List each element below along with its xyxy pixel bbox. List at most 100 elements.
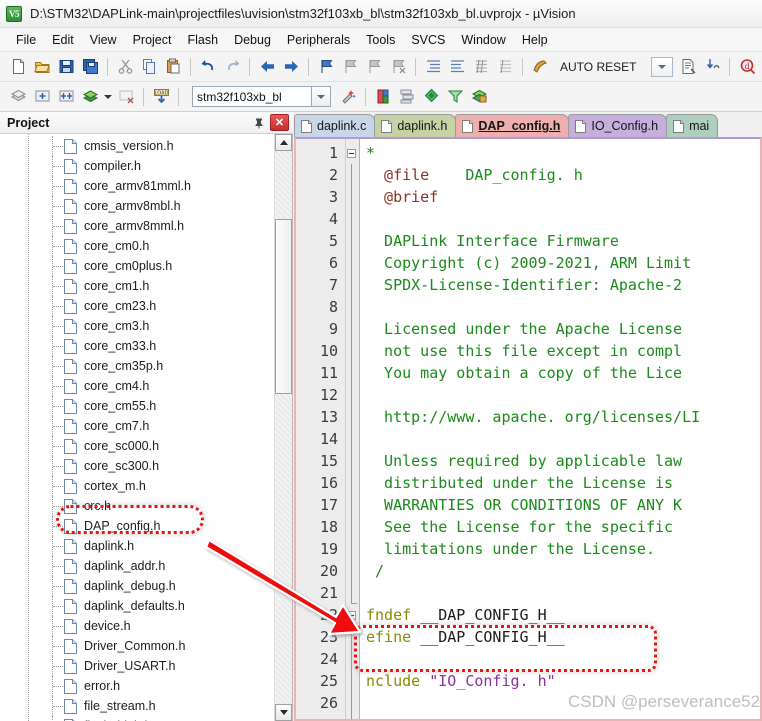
project-file-tree[interactable]: cmsis_version.h compiler.h core_armv81mml.… (0, 134, 275, 721)
tree-item-compiler-h[interactable]: compiler.h (0, 156, 275, 176)
pin-icon[interactable] (250, 114, 268, 132)
new-file-icon[interactable] (7, 56, 29, 78)
tree-item-error-h[interactable]: error.h (0, 676, 275, 696)
bookmark-clear-icon[interactable] (387, 56, 409, 78)
multi-project-icon[interactable] (396, 86, 418, 108)
menu-debug[interactable]: Debug (226, 31, 279, 49)
tree-item-core_armv8mml-h[interactable]: core_armv8mml.h (0, 216, 275, 236)
menu-svcs[interactable]: SVCS (403, 31, 453, 49)
tree-item-core_cm55-h[interactable]: core_cm55.h (0, 396, 275, 416)
tree-item-daplink_defaults-h[interactable]: daplink_defaults.h (0, 596, 275, 616)
open-file-icon[interactable] (31, 56, 53, 78)
menu-view[interactable]: View (82, 31, 125, 49)
scrollbar-thumb[interactable] (275, 219, 292, 394)
bookmark-next-icon[interactable] (363, 56, 385, 78)
tree-item-crc-h[interactable]: crc.h (0, 496, 275, 516)
dropdown-icon[interactable] (651, 56, 673, 77)
tree-item-core_cm35p-h[interactable]: core_cm35p.h (0, 356, 275, 376)
file-icon (64, 218, 77, 234)
code-text: limitations under the License. (360, 540, 655, 558)
tree-item-core_sc000-h[interactable]: core_sc000.h (0, 436, 275, 456)
fold-collapse-icon[interactable] (342, 610, 360, 620)
close-icon[interactable]: ✕ (270, 114, 289, 131)
undo-icon[interactable] (197, 56, 219, 78)
tree-item-device-h[interactable]: device.h (0, 616, 275, 636)
batch-build-icon[interactable] (79, 86, 101, 108)
menu-flash[interactable]: Flash (179, 31, 226, 49)
redo-icon[interactable] (221, 56, 243, 78)
tree-item-cortex_m-h[interactable]: cortex_m.h (0, 476, 275, 496)
translate-icon[interactable] (7, 86, 29, 108)
find-in-files-icon[interactable]: d (736, 56, 758, 78)
tree-item-core_armv8mbl-h[interactable]: core_armv8mbl.h (0, 196, 275, 216)
menu-project[interactable]: Project (125, 31, 180, 49)
tree-item-core_cm33-h[interactable]: core_cm33.h (0, 336, 275, 356)
tree-item-core_cm4-h[interactable]: core_cm4.h (0, 376, 275, 396)
bookmark-prev-icon[interactable] (339, 56, 361, 78)
load-icon[interactable]: LOAD (150, 86, 172, 108)
batch-build-dropdown-icon[interactable] (103, 86, 113, 108)
copy-icon[interactable] (138, 56, 160, 78)
target-dropdown-icon[interactable] (312, 86, 331, 107)
tree-item-core_cm1-h[interactable]: core_cm1.h (0, 276, 275, 296)
editor-tab-DAP_config-h[interactable]: DAP_config.h (455, 114, 570, 137)
menu-tools[interactable]: Tools (358, 31, 403, 49)
scroll-down-icon[interactable] (275, 704, 292, 721)
tree-item-Driver_Common-h[interactable]: Driver_Common.h (0, 636, 275, 656)
tree-item-DAP_config-h[interactable]: DAP_config.h (0, 516, 275, 536)
tree-item-core_cm7-h[interactable]: core_cm7.h (0, 416, 275, 436)
navigate-forward-icon[interactable] (280, 56, 302, 78)
editor-tab-IO_Config-h[interactable]: IO_Config.h (568, 114, 668, 137)
menu-peripherals[interactable]: Peripherals (279, 31, 358, 49)
manage-project-items-icon[interactable] (372, 86, 394, 108)
save-all-icon[interactable] (79, 56, 101, 78)
stop-build-icon[interactable] (115, 86, 137, 108)
navigate-back-icon[interactable] (256, 56, 278, 78)
indent-icon[interactable] (422, 56, 444, 78)
menu-file[interactable]: File (8, 31, 44, 49)
rebuild-icon[interactable] (55, 86, 77, 108)
target-selector[interactable]: stm32f103xb_bl (192, 86, 312, 107)
debug-session-icon[interactable] (529, 56, 551, 78)
tree-item-flash_blob-h[interactable]: flash_blob.h (0, 716, 275, 721)
comment-icon[interactable] (470, 56, 492, 78)
editor-tab-daplink-h[interactable]: daplink.h (374, 114, 457, 137)
tree-item-core_cm0plus-h[interactable]: core_cm0plus.h (0, 256, 275, 276)
menu-edit[interactable]: Edit (44, 31, 82, 49)
tree-elbow (53, 206, 63, 207)
uncomment-icon[interactable] (494, 56, 516, 78)
target-options-icon[interactable] (337, 86, 359, 108)
outdent-icon[interactable] (446, 56, 468, 78)
menu-help[interactable]: Help (514, 31, 556, 49)
tree-item-Driver_USART-h[interactable]: Driver_USART.h (0, 656, 275, 676)
scroll-up-icon[interactable] (275, 134, 292, 151)
tree-item-core_sc300-h[interactable]: core_sc300.h (0, 456, 275, 476)
file-icon (64, 478, 77, 494)
insert-file-icon[interactable] (677, 56, 699, 78)
tree-item-cmsis_version-h[interactable]: cmsis_version.h (0, 136, 275, 156)
tree-item-core_armv81mml-h[interactable]: core_armv81mml.h (0, 176, 275, 196)
fold-collapse-icon[interactable] (342, 148, 360, 158)
editor-tab-mai[interactable]: mai (666, 114, 719, 137)
pack-installer-icon[interactable] (468, 86, 490, 108)
tree-item-core_cm23-h[interactable]: core_cm23.h (0, 296, 275, 316)
options-filter-icon[interactable] (444, 86, 466, 108)
tree-item-daplink_addr-h[interactable]: daplink_addr.h (0, 556, 275, 576)
build-icon[interactable] (31, 86, 53, 108)
project-scrollbar[interactable] (274, 134, 292, 721)
tree-item-file_stream-h[interactable]: file_stream.h (0, 696, 275, 716)
paste-icon[interactable] (162, 56, 184, 78)
menu-window[interactable]: Window (453, 31, 513, 49)
editor-area: daplink.c daplink.h DAP_config.h IO_Config.… (294, 112, 762, 721)
bookmark-toggle-icon[interactable] (315, 56, 337, 78)
editor-tab-daplink-c[interactable]: daplink.c (294, 114, 376, 137)
configure-icon[interactable] (701, 56, 723, 78)
code-editor[interactable]: 1 * 2 @file DAP_config. h3 @brief 4 5 DAPLin… (294, 137, 762, 721)
cut-icon[interactable] (114, 56, 136, 78)
tree-item-core_cm0-h[interactable]: core_cm0.h (0, 236, 275, 256)
tree-item-daplink-h[interactable]: daplink.h (0, 536, 275, 556)
tree-item-daplink_debug-h[interactable]: daplink_debug.h (0, 576, 275, 596)
options-target-icon[interactable] (420, 86, 442, 108)
tree-item-core_cm3-h[interactable]: core_cm3.h (0, 316, 275, 336)
save-icon[interactable] (55, 56, 77, 78)
